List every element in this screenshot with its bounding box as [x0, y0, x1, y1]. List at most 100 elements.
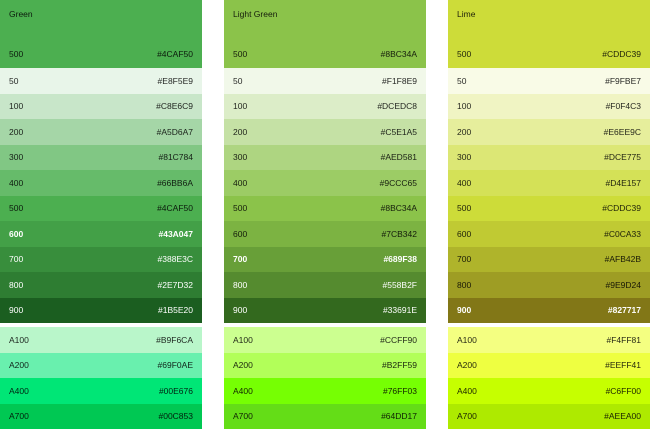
- color-swatch-500: 500 #CDDC39: [448, 195, 650, 221]
- color-swatch-700: 700 #388E3C: [0, 246, 202, 272]
- color-swatch-200: 200 #A5D6A7: [0, 119, 202, 145]
- color-swatch-a100: A100 #B9F6CA: [0, 327, 202, 353]
- swatch-shade: 300: [457, 152, 472, 163]
- swatch-hex: #1B5E20: [158, 305, 193, 316]
- swatch-hex: #DCEDC8: [377, 101, 417, 112]
- swatch-hex: #69F0AE: [157, 360, 193, 371]
- swatch-hex: #AEEA00: [604, 411, 641, 422]
- palette-lime: Lime 500 #CDDC39 50 #F9FBE7 100 #F0F4C3 200 #E6E…: [448, 0, 650, 432]
- swatch-shade: A400: [9, 385, 29, 396]
- color-swatch-700: 700 #AFB42B: [448, 246, 650, 272]
- swatch-hex: #689F38: [383, 254, 417, 265]
- color-swatch-500: 500 #4CAF50: [0, 195, 202, 221]
- swatch-shade: 900: [457, 305, 472, 316]
- swatch-shade: A200: [9, 360, 29, 371]
- color-swatch-200: 200 #C5E1A5: [224, 119, 426, 145]
- swatch-hex: #388E3C: [157, 254, 193, 265]
- swatch-hex: #DCE775: [604, 152, 641, 163]
- color-swatch-300: 300 #81C784: [0, 144, 202, 170]
- swatch-shade: 200: [457, 126, 472, 137]
- swatch-shade: A700: [457, 411, 477, 422]
- color-swatch-a200: A200 #EEFF41: [448, 352, 650, 378]
- swatch-shade: 400: [457, 177, 472, 188]
- color-swatch-200: 200 #E6EE9C: [448, 119, 650, 145]
- header-swatch-row: 500 #CDDC39: [457, 49, 641, 59]
- swatch-hex: #C0CA33: [604, 228, 641, 239]
- swatch-shade: 500: [457, 203, 472, 214]
- swatch-hex: #A5D6A7: [156, 126, 193, 137]
- swatch-hex: #CDDC39: [602, 203, 641, 214]
- swatch-hex: #9CCC65: [379, 177, 417, 188]
- swatch-hex: #AED581: [380, 152, 417, 163]
- swatch-hex: #9E9D24: [605, 279, 641, 290]
- swatch-shade: A100: [457, 334, 477, 345]
- swatch-hex: #B9F6CA: [156, 334, 193, 345]
- swatch-shade: A100: [233, 334, 253, 345]
- palette-header: Light Green 500 #8BC34A: [224, 0, 426, 68]
- swatch-hex: #4CAF50: [157, 49, 193, 59]
- color-swatch-a700: A700 #AEEA00: [448, 403, 650, 429]
- header-swatch-row: 500 #8BC34A: [233, 49, 417, 59]
- color-swatch-a700: A700 #64DD17: [224, 403, 426, 429]
- swatch-shade: 700: [9, 254, 24, 265]
- color-swatch-a200: A200 #69F0AE: [0, 352, 202, 378]
- swatch-shade: 50: [9, 75, 19, 86]
- color-swatch-300: 300 #AED581: [224, 144, 426, 170]
- swatch-shade: 100: [9, 101, 24, 112]
- swatch-shade: 500: [233, 203, 248, 214]
- swatch-hex: #76FF03: [382, 385, 417, 396]
- swatch-shade: 500: [9, 49, 24, 59]
- swatch-hex: #66BB6A: [157, 177, 193, 188]
- swatch-shade: 600: [233, 228, 248, 239]
- header-swatch-row: 500 #4CAF50: [9, 49, 193, 59]
- swatch-shade: A200: [233, 360, 253, 371]
- swatch-shade: A100: [9, 334, 29, 345]
- swatch-hex: #D4E157: [605, 177, 641, 188]
- swatch-hex: #827717: [607, 305, 641, 316]
- color-swatch-800: 800 #2E7D32: [0, 272, 202, 298]
- swatch-hex: #E6EE9C: [603, 126, 641, 137]
- swatch-hex: #558B2F: [382, 279, 418, 290]
- swatch-hex: #33691E: [382, 305, 417, 316]
- swatch-hex: #43A047: [158, 228, 193, 239]
- swatch-hex: #7CB342: [381, 228, 417, 239]
- swatch-shade: 200: [9, 126, 24, 137]
- swatch-shade: 600: [457, 228, 472, 239]
- swatch-hex: #4CAF50: [157, 203, 193, 214]
- color-swatch-50: 50 #F9FBE7: [448, 68, 650, 94]
- color-swatch-400: 400 #66BB6A: [0, 170, 202, 196]
- swatch-shade: A700: [233, 411, 253, 422]
- swatch-hex: #F4FF81: [606, 334, 642, 345]
- color-swatch-50: 50 #E8F5E9: [0, 68, 202, 94]
- color-swatch-600: 600 #7CB342: [224, 221, 426, 247]
- color-swatch-600: 600 #C0CA33: [448, 221, 650, 247]
- swatch-hex: #C6FF00: [605, 385, 641, 396]
- color-swatch-400: 400 #9CCC65: [224, 170, 426, 196]
- palette-light-green: Light Green 500 #8BC34A 50 #F1F8E9 100 #DCEDC8…: [224, 0, 426, 432]
- swatch-shade: 200: [233, 126, 248, 137]
- color-swatch-900: 900 #33691E: [224, 297, 426, 323]
- swatch-shade: 400: [233, 177, 248, 188]
- swatch-hex: #64DD17: [381, 411, 417, 422]
- swatch-hex: #B2FF59: [382, 360, 417, 371]
- color-swatch-700: 700 #689F38: [224, 246, 426, 272]
- swatch-hex: #00E676: [158, 385, 193, 396]
- color-swatch-800: 800 #9E9D24: [448, 272, 650, 298]
- swatch-shade: 600: [9, 228, 24, 239]
- color-swatch-a700: A700 #00C853: [0, 403, 202, 429]
- swatch-shade: 500: [457, 49, 472, 59]
- swatch-shade: 700: [457, 254, 472, 265]
- color-swatch-a400: A400 #C6FF00: [448, 378, 650, 404]
- swatch-shade: 900: [233, 305, 248, 316]
- color-swatch-800: 800 #558B2F: [224, 272, 426, 298]
- palette-header: Lime 500 #CDDC39: [448, 0, 650, 68]
- swatch-shade: 300: [9, 152, 24, 163]
- swatch-shade: A200: [457, 360, 477, 371]
- color-swatch-500: 500 #8BC34A: [224, 195, 426, 221]
- palette-green: Green 500 #4CAF50 50 #E8F5E9 100 #C8E6C9 200 #A5…: [0, 0, 202, 432]
- swatch-hex: #8BC34A: [380, 49, 417, 59]
- swatch-shade: 700: [233, 254, 248, 265]
- swatch-hex: #2E7D32: [157, 279, 193, 290]
- color-swatch-a400: A400 #00E676: [0, 378, 202, 404]
- swatch-hex: #EEFF41: [605, 360, 641, 371]
